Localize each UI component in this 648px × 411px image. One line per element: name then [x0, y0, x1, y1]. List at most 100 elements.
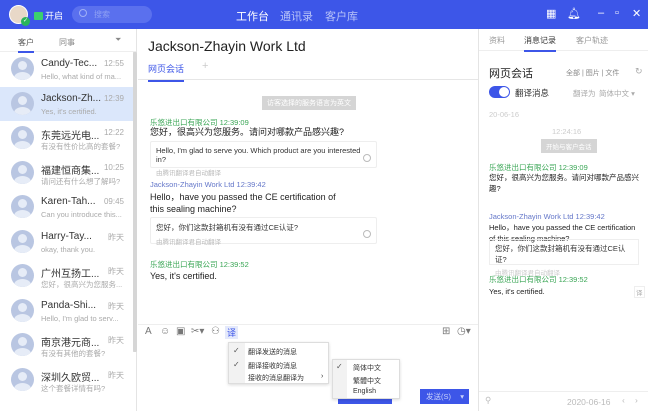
- message-time: 12:55: [103, 59, 124, 68]
- refresh-icon[interactable]: ↻: [635, 66, 643, 77]
- conversation-item[interactable]: Panda-Shi... 昨天 Hello, I'm glad to serv.…: [0, 294, 133, 329]
- message-text: Hello，have you passed the CE certificati…: [150, 192, 336, 214]
- conversation-item[interactable]: Jackson-Zh... 12:39 Yes, it's certified.: [0, 86, 133, 121]
- send-button[interactable]: 发送(S) ▾: [420, 389, 469, 404]
- message-preview: okay, thank you.: [41, 244, 96, 254]
- language-select[interactable]: 简体中文 ▾: [599, 88, 635, 99]
- image-icon[interactable]: ▣: [176, 326, 185, 337]
- message-meta: Jackson-Zhayin Work Ltd 12:39:42: [150, 180, 266, 189]
- contact-avatar: [11, 264, 34, 287]
- date-divider: 20-06-16: [489, 110, 520, 119]
- message-preview: 请问还有什么想了解吗?: [41, 176, 121, 186]
- message-text: Yes, it's certified.: [489, 287, 545, 296]
- conversation-item[interactable]: 福建恒商集... 10:25 请问还有什么想了解吗?: [0, 156, 133, 191]
- maximize-icon[interactable]: ▫: [615, 7, 619, 19]
- conversation-item[interactable]: 深圳久欧贸... 昨天 这个套餐详情有吗?: [0, 363, 133, 398]
- translation-box: Hello, I'm glad to serve you. Which prod…: [150, 141, 377, 177]
- scrollbar[interactable]: [133, 52, 137, 352]
- info-panel: 资料 消息记录 客户轨迹 网页会话 全部 | 图片 | 文件 ↻ 翻译消息 翻译…: [478, 29, 648, 411]
- translate-badge[interactable]: 译: [634, 286, 645, 298]
- tab-colleagues[interactable]: 同事: [59, 37, 75, 48]
- online-check-icon: ✓: [21, 17, 30, 26]
- conversation-item[interactable]: Harry-Tay... 昨天 okay, thank you.: [0, 225, 133, 260]
- toggle-label: 翻译消息: [515, 88, 550, 98]
- contact-avatar: [11, 57, 34, 80]
- chevron-down-icon[interactable]: ▾: [460, 389, 464, 404]
- filter-icon[interactable]: ⏷: [115, 35, 121, 45]
- message-preview: Can you introduce this...: [41, 210, 122, 219]
- contact-avatar: [11, 160, 34, 184]
- quick-reply-icon[interactable]: ⊞: [442, 326, 450, 337]
- conversation-item[interactable]: 广州互扬工... 昨天 您好，很高兴为您服务...: [0, 259, 133, 294]
- message-preview: Hello, I'm glad to serv...: [41, 313, 119, 323]
- prev-icon[interactable]: ‹: [622, 395, 625, 405]
- font-icon[interactable]: A: [145, 326, 152, 337]
- menu-item-simplified[interactable]: 简体中文: [353, 363, 381, 373]
- transfer-icon[interactable]: ⚇: [211, 326, 220, 337]
- nav-contacts[interactable]: 通讯录: [280, 8, 313, 24]
- message-preview: 有没有性价比高的套餐?: [41, 142, 121, 151]
- status-toggle[interactable]: 开启: [34, 9, 63, 22]
- nav-workbench[interactable]: 工作台: [236, 8, 269, 24]
- history-icon[interactable]: ◷▾: [457, 326, 471, 337]
- contact-avatar: [11, 298, 34, 322]
- user-avatar[interactable]: ✓: [9, 5, 30, 26]
- emoji-icon[interactable]: ☺: [160, 326, 170, 337]
- search-icon[interactable]: ⚲: [485, 395, 491, 406]
- history-filters[interactable]: 全部 | 图片 | 文件: [566, 68, 619, 78]
- message-meta: 乐悠进出口有限公司 12:39:52: [489, 275, 588, 284]
- session-time: 12:24:16: [552, 127, 582, 136]
- contact-avatar: [11, 126, 34, 149]
- contact-name: 广州互扬工...: [41, 269, 100, 280]
- message-time: 12:22: [103, 128, 124, 137]
- translate-to-label: 翻译为: [573, 89, 596, 98]
- conversation-sidebar: 客户 同事 ⏷ Candy-Tec... 12:55 Hello, what k…: [0, 29, 137, 411]
- menu-item-translate-to[interactable]: 接收的消息翻译为: [248, 373, 304, 383]
- contact-avatar: [11, 91, 34, 115]
- translate-button[interactable]: 译: [225, 326, 239, 339]
- footer-date[interactable]: 2020-06-16: [567, 397, 610, 407]
- message-preview: Hello, what kind of ma...: [41, 72, 122, 81]
- apps-icon[interactable]: ▦: [546, 7, 556, 20]
- menu-item-translate-received[interactable]: 翻译接收的消息: [248, 361, 297, 371]
- menu-item-english[interactable]: English: [353, 388, 376, 395]
- message-preview: 有没有其他的套餐?: [41, 349, 106, 358]
- menu-item-traditional[interactable]: 繁體中文: [353, 376, 381, 386]
- status-icon: [34, 11, 43, 20]
- close-icon[interactable]: ✕: [632, 7, 641, 20]
- globe-icon: [363, 154, 371, 162]
- search-input[interactable]: 搜索: [72, 6, 152, 23]
- session-start-badge: 开始与客户会话: [541, 139, 597, 153]
- tab-track[interactable]: 客户轨迹: [576, 35, 608, 46]
- translate-toggle[interactable]: [489, 86, 510, 98]
- history-footer: ⚲ 2020-06-16 ‹ ›: [479, 391, 648, 411]
- add-tab-icon[interactable]: +: [202, 60, 208, 72]
- message-text: Yes, it's certified.: [150, 271, 217, 281]
- next-icon[interactable]: ›: [635, 395, 638, 405]
- menu-item-translate-sent[interactable]: 翻译发送的消息: [248, 347, 297, 357]
- contact-name: Jackson-Zh...: [41, 92, 102, 104]
- translation-box: 您好，你们这款封箱机有没有通过CE认证? 由腾讯翻译君自动翻译: [489, 239, 639, 277]
- check-icon: ✓: [233, 346, 240, 355]
- language-notice: 访客选择的服务语言为英文: [262, 96, 356, 110]
- contact-name: Harry-Tay...: [41, 230, 92, 242]
- bell-icon[interactable]: 🔔︎: [567, 7, 581, 20]
- conversation-item[interactable]: Candy-Tec... 12:55 Hello, what kind of m…: [0, 52, 133, 87]
- contact-name: 福建恒商集...: [41, 165, 100, 177]
- conversation-item[interactable]: 东莞远光电... 12:22 有没有性价比高的套餐?: [0, 121, 133, 156]
- screenshot-icon[interactable]: ✂▾: [191, 326, 204, 337]
- nav-customers[interactable]: 客户库: [325, 8, 358, 24]
- minimize-icon[interactable]: –: [598, 7, 604, 19]
- contact-name: 南京港元商...: [41, 338, 100, 349]
- contact-name: Panda-Shi...: [41, 299, 97, 311]
- message-time: 09:45: [103, 197, 124, 206]
- conversation-item[interactable]: 南京港元商... 昨天 有没有其他的套餐?: [0, 328, 133, 363]
- check-icon: ✓: [336, 362, 343, 371]
- tab-customers[interactable]: 客户: [18, 37, 34, 53]
- tab-profile[interactable]: 资料: [489, 35, 505, 46]
- conversation-item[interactable]: Karen-Tah... 09:45 Can you introduce thi…: [0, 190, 133, 225]
- contact-avatar: [11, 367, 34, 391]
- chevron-right-icon: ›: [321, 373, 324, 380]
- tab-history[interactable]: 消息记录: [524, 35, 556, 52]
- contact-name: Karen-Tah...: [41, 196, 96, 207]
